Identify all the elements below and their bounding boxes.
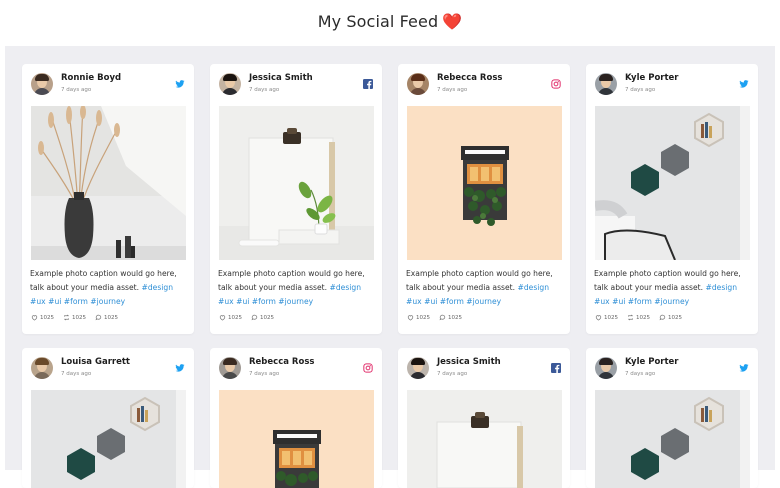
comment-icon [251, 314, 258, 321]
like-stat[interactable]: 1025 [595, 314, 618, 321]
avatar[interactable] [595, 357, 617, 379]
post-header: Rebecca Ross 7 days ago [210, 348, 382, 390]
user-name[interactable]: Kyle Porter [625, 73, 679, 83]
user-name[interactable]: Jessica Smith [437, 357, 501, 367]
post-time: 7 days ago [61, 371, 92, 377]
twitter-icon[interactable] [175, 363, 185, 373]
retweet-stat[interactable]: 1025 [63, 314, 86, 321]
post-card[interactable]: Louisa Garrett 7 days ago [22, 348, 194, 488]
post-time: 7 days ago [249, 87, 280, 93]
post-card[interactable]: Kyle Porter 7 days ago Example photo cap… [586, 64, 758, 334]
hashtags[interactable]: #ux #ui #form #journey [594, 297, 689, 306]
retweet-stat[interactable]: 1025 [627, 314, 650, 321]
avatar[interactable] [407, 357, 429, 379]
post-image[interactable] [31, 106, 186, 260]
instagram-icon[interactable] [363, 363, 373, 373]
post-card[interactable]: Ronnie Boyd 7 days ago Example photo cap… [22, 64, 194, 334]
hashtags[interactable]: #ux #ui #form #journey [406, 297, 501, 306]
comment-stat[interactable]: 1025 [659, 314, 682, 321]
hashtags[interactable]: #ux #ui #form #journey [218, 297, 313, 306]
comment-stat[interactable]: 1025 [95, 314, 118, 321]
post-header: Ronnie Boyd 7 days ago [22, 64, 194, 106]
user-name[interactable]: Kyle Porter [625, 357, 679, 367]
heart-icon: ❤️ [442, 12, 463, 31]
post-time: 7 days ago [625, 371, 656, 377]
post-image[interactable] [407, 106, 562, 260]
twitter-icon[interactable] [739, 363, 749, 373]
facebook-icon[interactable] [551, 363, 561, 373]
retweet-icon [63, 314, 70, 321]
retweet-icon [627, 314, 634, 321]
avatar[interactable] [407, 73, 429, 95]
post-card[interactable]: Jessica Smith 7 days ago [210, 64, 382, 334]
comment-icon [439, 314, 446, 321]
post-image[interactable] [219, 106, 374, 260]
avatar[interactable] [219, 73, 241, 95]
twitter-icon[interactable] [739, 79, 749, 89]
hashtags[interactable]: #ux #ui #form #journey [30, 297, 125, 306]
post-stats: 1025 1025 1025 [595, 314, 682, 321]
post-time: 7 days ago [61, 87, 92, 93]
page-title-text: My Social Feed [317, 12, 439, 31]
page-title: My Social Feed ❤️ [0, 12, 780, 31]
comment-icon [95, 314, 102, 321]
facebook-icon[interactable] [363, 79, 373, 89]
post-card[interactable]: Rebecca Ross 7 days ago [398, 64, 570, 334]
post-header: Kyle Porter 7 days ago [586, 64, 758, 106]
post-card[interactable]: Jessica Smith 7 days ago [398, 348, 570, 488]
post-header: Louisa Garrett 7 days ago [22, 348, 194, 390]
post-stats: 1025 1025 [407, 314, 462, 321]
post-image[interactable] [595, 390, 750, 488]
avatar[interactable] [219, 357, 241, 379]
post-header: Jessica Smith 7 days ago [398, 348, 570, 390]
avatar[interactable] [31, 357, 53, 379]
post-card[interactable]: Rebecca Ross 7 days ago [210, 348, 382, 488]
instagram-icon[interactable] [551, 79, 561, 89]
hashtag[interactable]: #design [517, 283, 549, 292]
twitter-icon[interactable] [175, 79, 185, 89]
post-caption: Example photo caption would go here, tal… [30, 267, 190, 309]
hashtag[interactable]: #design [141, 283, 173, 292]
post-image[interactable] [31, 390, 186, 488]
heart-outline-icon [595, 315, 602, 321]
avatar[interactable] [31, 73, 53, 95]
user-name[interactable]: Rebecca Ross [437, 73, 502, 83]
heart-outline-icon [31, 315, 38, 321]
post-time: 7 days ago [625, 87, 656, 93]
like-stat[interactable]: 1025 [219, 314, 242, 321]
comment-icon [659, 314, 666, 321]
feed-area[interactable]: Ronnie Boyd 7 days ago Example photo cap… [5, 46, 775, 488]
user-name[interactable]: Ronnie Boyd [61, 73, 121, 83]
user-name[interactable]: Jessica Smith [249, 73, 313, 83]
post-image[interactable] [595, 106, 750, 260]
post-image[interactable] [407, 390, 562, 488]
post-header: Jessica Smith 7 days ago [210, 64, 382, 106]
post-caption: Example photo caption would go here, tal… [218, 267, 378, 309]
post-image[interactable] [219, 390, 374, 488]
post-time: 7 days ago [249, 371, 280, 377]
post-time: 7 days ago [437, 371, 468, 377]
post-stats: 1025 1025 [219, 314, 274, 321]
comment-stat[interactable]: 1025 [251, 314, 274, 321]
comment-stat[interactable]: 1025 [439, 314, 462, 321]
like-stat[interactable]: 1025 [31, 314, 54, 321]
post-time: 7 days ago [437, 87, 468, 93]
user-name[interactable]: Louisa Garrett [61, 357, 130, 367]
post-caption: Example photo caption would go here, tal… [594, 267, 754, 309]
post-stats: 1025 1025 1025 [31, 314, 118, 321]
heart-outline-icon [407, 315, 414, 321]
post-header: Rebecca Ross 7 days ago [398, 64, 570, 106]
heart-outline-icon [219, 315, 226, 321]
hashtag[interactable]: #design [705, 283, 737, 292]
post-header: Kyle Porter 7 days ago [586, 348, 758, 390]
post-caption: Example photo caption would go here, tal… [406, 267, 566, 309]
hashtag[interactable]: #design [329, 283, 361, 292]
like-stat[interactable]: 1025 [407, 314, 430, 321]
post-card[interactable]: Kyle Porter 7 days ago [586, 348, 758, 488]
avatar[interactable] [595, 73, 617, 95]
user-name[interactable]: Rebecca Ross [249, 357, 314, 367]
